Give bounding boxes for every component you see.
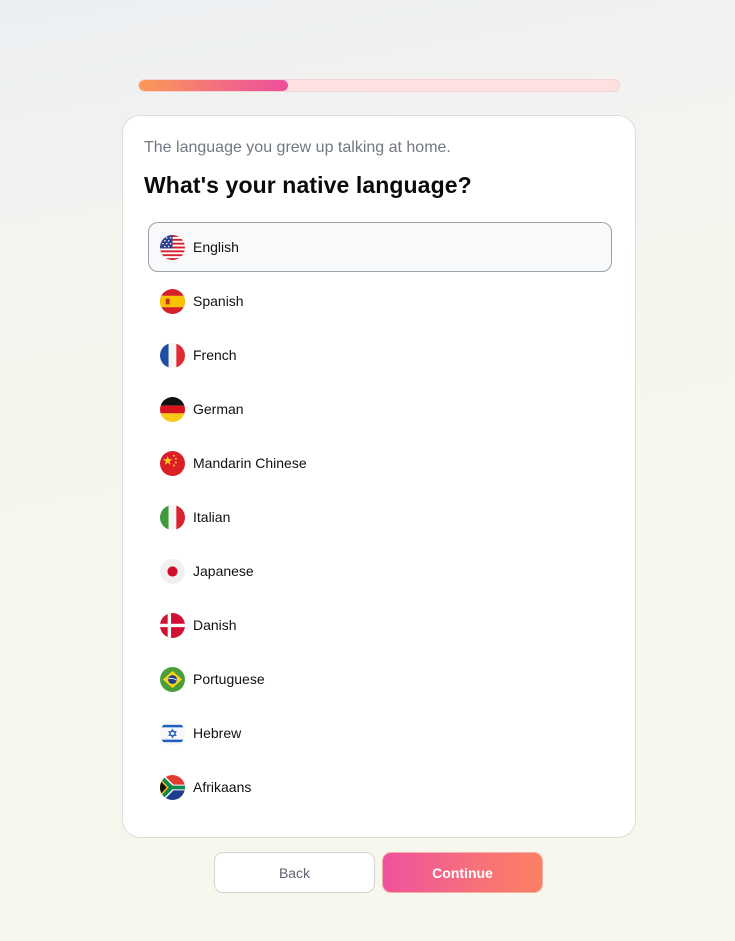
option-label: German [193,401,244,417]
denmark-flag-icon [160,612,185,638]
progress-bar [138,79,620,92]
option-label: French [193,347,237,363]
brazil-flag-icon [160,666,185,692]
option-hebrew[interactable]: Hebrew [148,708,612,758]
option-japanese[interactable]: Japanese [148,546,612,596]
south-africa-flag-icon [160,774,185,800]
option-label: Danish [193,617,237,633]
question-card: The language you grew up talking at home… [122,115,636,838]
option-german[interactable]: German [148,384,612,434]
question-title: What's your native language? [144,172,472,198]
option-label: Italian [193,509,231,525]
france-flag-icon [160,342,185,368]
option-danish[interactable]: Danish [148,600,612,650]
china-flag-icon [160,450,185,476]
us-flag-icon [160,234,185,260]
option-label: Spanish [193,293,244,309]
germany-flag-icon [160,396,185,422]
option-label: Hebrew [193,725,242,741]
back-button[interactable]: Back [214,852,375,893]
language-options-list: English Spanish French German Mandarin C… [148,222,612,816]
italy-flag-icon [160,504,185,530]
option-label: Mandarin Chinese [193,455,307,471]
japan-flag-icon [160,558,185,584]
option-spanish[interactable]: Spanish [148,276,612,326]
option-label: Portuguese [193,671,265,687]
option-label: English [193,239,239,255]
question-subtitle: The language you grew up talking at home… [144,139,451,156]
continue-button[interactable]: Continue [382,852,543,893]
option-italian[interactable]: Italian [148,492,612,542]
progress-bar-fill [139,80,288,91]
option-french[interactable]: French [148,330,612,380]
option-label: Japanese [193,563,254,579]
option-mandarin-chinese[interactable]: Mandarin Chinese [148,438,612,488]
option-label: Afrikaans [193,779,252,795]
spain-flag-icon [160,288,185,314]
israel-flag-icon [160,720,185,746]
option-english[interactable]: English [148,222,612,272]
option-portuguese[interactable]: Portuguese [148,654,612,704]
option-afrikaans[interactable]: Afrikaans [148,762,612,812]
